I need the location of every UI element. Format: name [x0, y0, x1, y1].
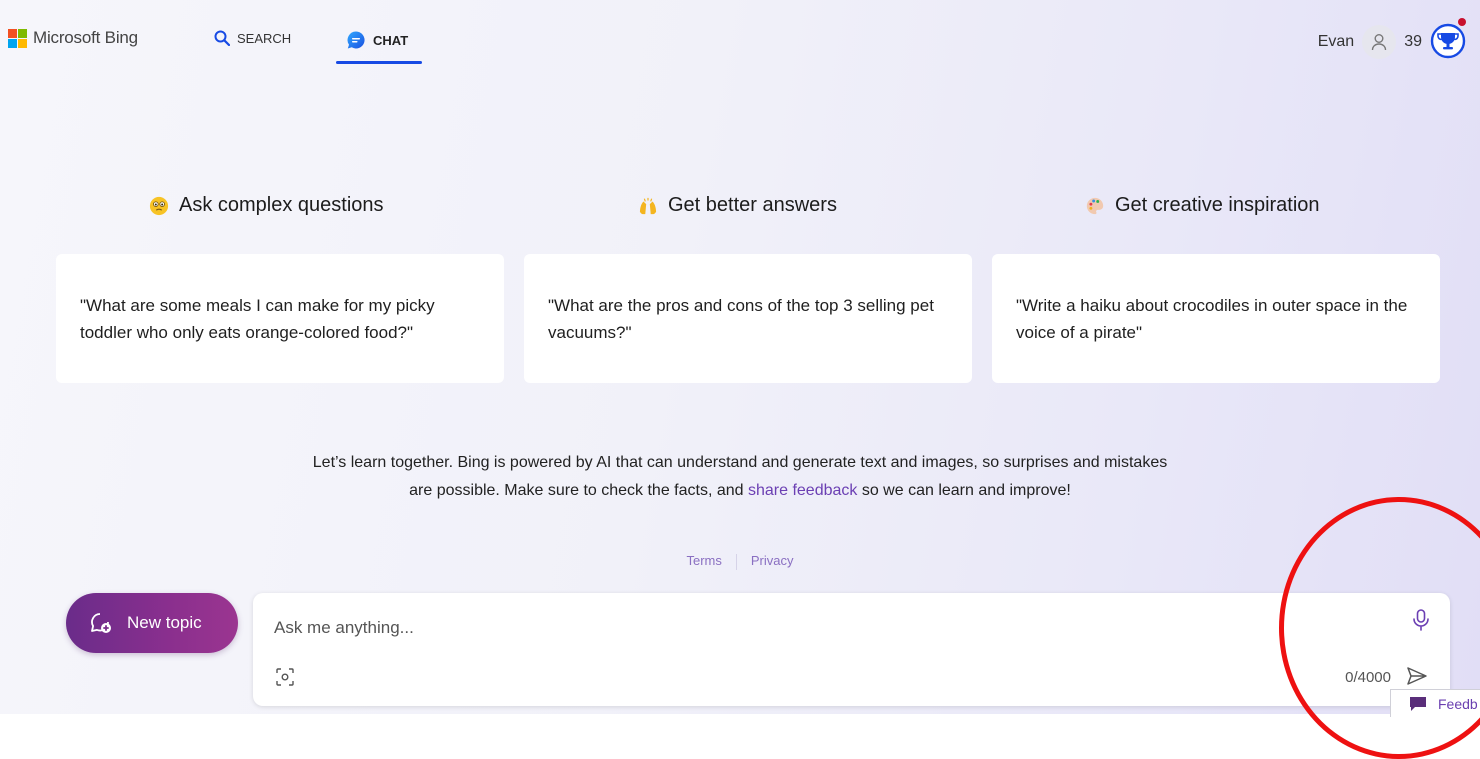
new-topic-label: New topic	[127, 613, 202, 632]
user-account[interactable]: Evan 39	[1318, 25, 1422, 59]
rewards-button[interactable]	[1430, 18, 1466, 59]
artist-palette-emoji-icon	[1086, 197, 1104, 214]
send-icon[interactable]	[1406, 666, 1428, 686]
active-tab-indicator	[336, 61, 422, 64]
feature-heading-text: Get creative inspiration	[1115, 194, 1320, 216]
feature-heading-creative: Get creative inspiration	[1085, 194, 1320, 217]
prompt-card-answers[interactable]: "What are the pros and cons of the top 3…	[524, 254, 972, 383]
person-icon	[1372, 34, 1387, 51]
new-topic-button[interactable]: New topic	[66, 593, 238, 653]
feature-heading-answers: Get better answers	[638, 194, 837, 217]
ai-disclaimer: Let’s learn together. Bing is powered by…	[300, 449, 1180, 505]
legal-links: Terms Privacy	[0, 553, 1480, 570]
feedback-tab-label: Feedb	[1438, 695, 1478, 712]
feature-heading-complex: Ask complex questions	[149, 194, 384, 217]
feature-heading-text: Get better answers	[668, 194, 837, 216]
feedback-tab[interactable]: Feedb	[1390, 689, 1480, 717]
feedback-icon	[1410, 696, 1426, 711]
nav-search-label: SEARCH	[237, 30, 292, 46]
privacy-link[interactable]: Privacy	[751, 553, 794, 568]
character-counter: 0/4000	[1345, 669, 1391, 686]
user-name: Evan	[1317, 33, 1355, 50]
microsoft-logo-icon	[8, 28, 27, 48]
visual-search-icon[interactable]	[275, 667, 295, 687]
prompt-card-complex[interactable]: "What are some meals I can make for my p…	[56, 254, 504, 383]
link-divider	[735, 553, 737, 570]
raising-hands-emoji-icon	[639, 197, 657, 214]
search-icon	[214, 30, 230, 46]
avatar	[1362, 25, 1397, 59]
prompt-card-text: "Write a haiku about crocodiles in outer…	[1016, 295, 1408, 342]
prompt-card-creative[interactable]: "Write a haiku about crocodiles in outer…	[992, 254, 1440, 383]
nav-search-tab[interactable]: SEARCH	[214, 30, 291, 46]
share-feedback-link[interactable]: share feedback	[748, 482, 857, 499]
microphone-icon[interactable]	[1412, 609, 1430, 631]
chat-composer: 0/4000	[253, 593, 1450, 706]
prompt-card-text: "What are some meals I can make for my p…	[80, 295, 435, 342]
trophy-icon	[1430, 23, 1466, 59]
face-with-monocle-emoji-icon	[149, 196, 169, 215]
terms-link[interactable]: Terms	[686, 553, 721, 568]
nav-chat-label: CHAT	[373, 32, 409, 48]
new-topic-icon	[91, 613, 111, 633]
prompt-card-text: "What are the pros and cons of the top 3…	[548, 295, 934, 342]
brand-name: Microsoft Bing	[33, 28, 138, 47]
feature-heading-text: Ask complex questions	[179, 194, 384, 216]
bing-chat-page: Microsoft Bing SEARCH CHAT Evan 39 Ask c…	[0, 0, 1480, 714]
notification-dot	[1458, 18, 1466, 26]
rewards-points: 39	[1404, 33, 1422, 50]
nav-chat-tab[interactable]: CHAT	[336, 30, 422, 64]
chat-input[interactable]	[272, 610, 1336, 646]
chat-bubble-icon	[347, 31, 365, 49]
disclaimer-text-after: so we can learn and improve!	[857, 482, 1071, 499]
microsoft-bing-logo[interactable]: Microsoft Bing	[8, 28, 138, 48]
